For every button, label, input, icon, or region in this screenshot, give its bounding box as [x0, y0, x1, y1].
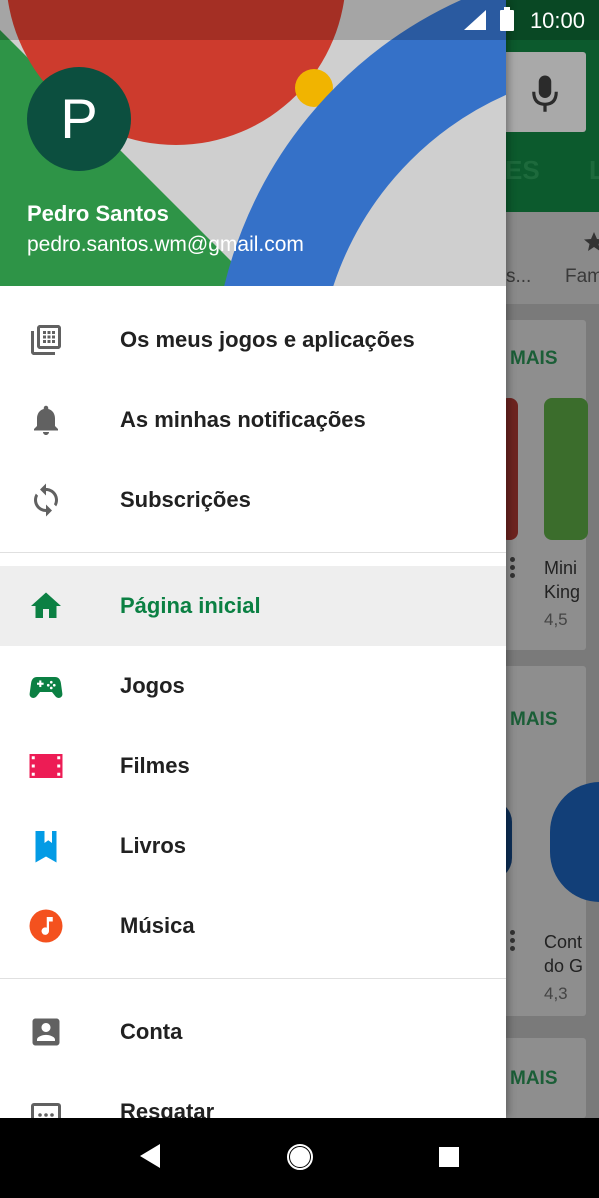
menu-item-label: Subscrições — [120, 487, 251, 512]
menu-item-notifications[interactable]: As minhas notificações — [0, 380, 506, 460]
account-name: Pedro Santos — [27, 201, 169, 226]
menu-item-home[interactable]: Página inicial — [0, 566, 506, 646]
menu-item-subscriptions[interactable]: Subscrições — [0, 460, 506, 540]
more-link[interactable]: MAIS — [510, 348, 558, 370]
account-email[interactable]: pedro.santos.wm@gmail.com — [27, 233, 304, 257]
app-rating: 4,5 — [544, 610, 568, 629]
refresh-icon — [34, 483, 58, 517]
redeem-icon — [31, 1103, 61, 1118]
menu-item-label: Música — [120, 913, 195, 938]
app-title: King — [544, 582, 581, 602]
more-link[interactable]: MAIS — [510, 1068, 558, 1090]
menu-item-account[interactable]: Conta — [0, 992, 506, 1072]
app-thumbnail[interactable] — [544, 398, 588, 540]
menu-item-my-apps[interactable]: Os meus jogos e aplicações — [0, 300, 506, 380]
menu-item-label: Jogos — [120, 673, 185, 698]
film-icon — [29, 754, 63, 778]
library-icon — [31, 325, 61, 355]
menu-item-label: Resgatar — [120, 1099, 215, 1118]
divider — [0, 978, 506, 979]
status-bar: 10:00 — [0, 0, 599, 40]
app-rating: 4,3 — [544, 984, 568, 1003]
background-category[interactable]: s... — [506, 266, 531, 288]
microphone-icon[interactable] — [530, 73, 560, 113]
battery-icon — [500, 7, 514, 31]
menu-item-label: Conta — [120, 1019, 183, 1044]
menu-item-label: As minhas notificações — [120, 407, 366, 432]
menu-item-label: Filmes — [120, 753, 190, 778]
gamepad-icon — [29, 677, 63, 698]
menu-item-music[interactable]: Música — [0, 886, 506, 966]
app-title: Cont — [544, 932, 583, 952]
menu-item-books[interactable]: Livros — [0, 806, 506, 886]
recents-icon[interactable] — [438, 1146, 460, 1168]
status-time: 10:00 — [529, 8, 585, 33]
navigation-drawer: P Pedro Santos pedro.santos.wm@gmail.com… — [0, 0, 506, 1118]
star-face-icon — [584, 232, 599, 251]
menu-item-label: Página inicial — [120, 593, 261, 618]
menu-item-redeem[interactable]: Resgatar — [0, 1072, 506, 1118]
back-icon[interactable] — [138, 1142, 162, 1170]
account-box-icon — [32, 1018, 60, 1046]
app-title: do G — [544, 956, 584, 976]
background-tab[interactable]: ES — [505, 155, 540, 186]
home-icon — [31, 592, 61, 618]
overflow-menu-icon[interactable] — [510, 930, 516, 954]
drawer-header: P Pedro Santos pedro.santos.wm@gmail.com — [0, 0, 506, 286]
background-tab[interactable]: L — [589, 155, 599, 186]
home-button-icon[interactable] — [285, 1142, 315, 1172]
signal-icon — [464, 10, 486, 30]
system-navigation-bar — [0, 1118, 599, 1198]
menu-item-label: Livros — [120, 833, 187, 858]
menu-item-movies[interactable]: Filmes — [0, 726, 506, 806]
bell-icon — [34, 405, 58, 435]
avatar[interactable]: P — [27, 67, 131, 171]
more-link[interactable]: MAIS — [510, 709, 558, 731]
menu-item-label: Os meus jogos e aplicações — [120, 327, 415, 352]
overflow-menu-icon[interactable] — [510, 557, 516, 581]
menu-item-games[interactable]: Jogos — [0, 646, 506, 726]
background-category[interactable]: Fam — [565, 266, 599, 288]
app-title: Mini — [544, 558, 578, 578]
music-icon — [29, 909, 63, 943]
book-icon — [35, 831, 57, 863]
divider — [0, 552, 506, 553]
